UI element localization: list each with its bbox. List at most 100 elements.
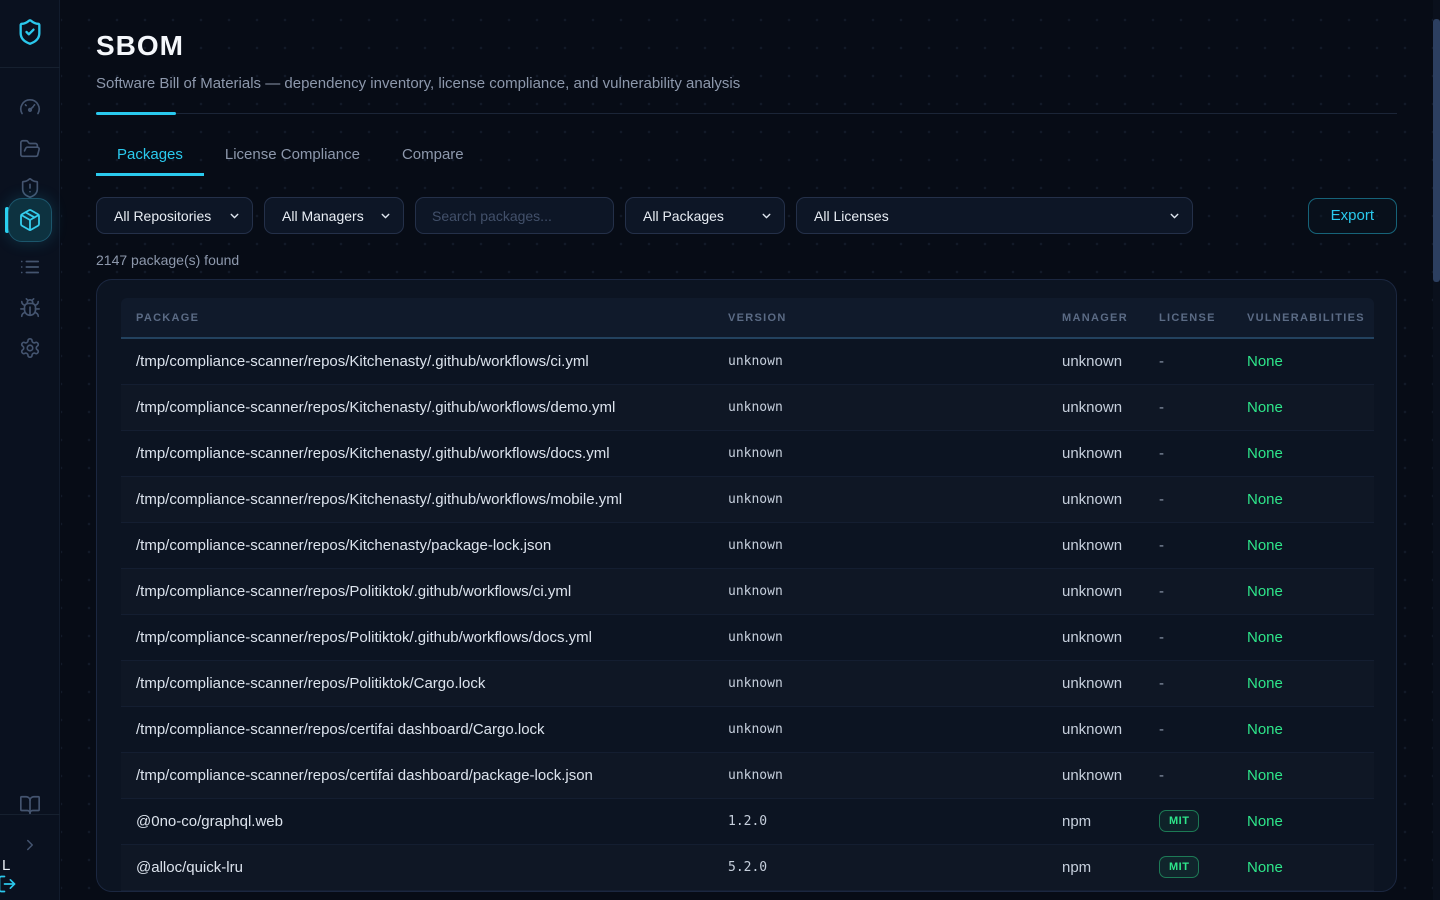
- list-icon: [19, 256, 41, 278]
- column-header-version: VERSION: [728, 298, 1062, 338]
- sidebar-item-docs[interactable]: [0, 785, 60, 825]
- table-row[interactable]: /tmp/compliance-scanner/repos/Politiktok…: [121, 614, 1374, 660]
- manager-cell: npm: [1062, 844, 1159, 890]
- folder-icon: [19, 138, 41, 160]
- repository-filter[interactable]: All Repositories: [96, 197, 253, 234]
- vulnerabilities-cell: None: [1247, 384, 1374, 430]
- table-row[interactable]: /tmp/compliance-scanner/repos/certifai d…: [121, 752, 1374, 798]
- manager-filter[interactable]: All Managers: [264, 197, 404, 234]
- column-header-vulnerabilities: VULNERABILITIES: [1247, 298, 1374, 338]
- app-logo[interactable]: [0, 18, 60, 46]
- license-badge: MIT: [1159, 856, 1199, 878]
- page-subtitle: Software Bill of Materials — dependency …: [96, 75, 1397, 92]
- table-row[interactable]: /tmp/compliance-scanner/repos/Kitchenast…: [121, 338, 1374, 384]
- sidebar-item-inventory[interactable]: [0, 247, 60, 287]
- vulnerabilities-cell: None: [1247, 568, 1374, 614]
- repository-select[interactable]: All Repositories: [97, 198, 252, 233]
- license-cell: -: [1159, 522, 1247, 568]
- package-cell: /tmp/compliance-scanner/repos/Politiktok…: [121, 660, 728, 706]
- license-cell: -: [1159, 338, 1247, 384]
- package-type-filter[interactable]: All Packages: [625, 197, 785, 234]
- license-dash: -: [1159, 399, 1164, 416]
- tab-compare[interactable]: Compare: [381, 134, 485, 176]
- license-cell: -: [1159, 660, 1247, 706]
- vulnerabilities-cell: None: [1247, 798, 1374, 844]
- sidebar-item-settings[interactable]: [0, 328, 60, 368]
- table-row[interactable]: /tmp/compliance-scanner/repos/Kitchenast…: [121, 476, 1374, 522]
- license-dash: -: [1159, 491, 1164, 508]
- tab-packages[interactable]: Packages: [96, 134, 204, 176]
- logout-icon[interactable]: [0, 874, 17, 894]
- sidebar-divider: [0, 67, 60, 68]
- table-row[interactable]: /tmp/compliance-scanner/repos/Politiktok…: [121, 568, 1374, 614]
- sidebar-item-dashboard[interactable]: [0, 88, 60, 128]
- column-header-license: LICENSE: [1159, 298, 1247, 338]
- search-input[interactable]: [415, 197, 614, 234]
- column-header-package: PACKAGE: [121, 298, 728, 338]
- filter-bar: All Repositories All Managers All Packag…: [96, 197, 1397, 234]
- vulnerabilities-cell: None: [1247, 338, 1374, 384]
- vulnerabilities-cell: None: [1247, 660, 1374, 706]
- package-cell: /tmp/compliance-scanner/repos/Politiktok…: [121, 568, 728, 614]
- version-cell: unknown: [728, 706, 1062, 752]
- manager-cell: unknown: [1062, 706, 1159, 752]
- package-cell: /tmp/compliance-scanner/repos/Politiktok…: [121, 614, 728, 660]
- manager-cell: unknown: [1062, 338, 1159, 384]
- sidebar-item-repositories[interactable]: [0, 129, 60, 169]
- version-cell: 1.2.0: [728, 798, 1062, 844]
- license-cell: MIT: [1159, 844, 1247, 890]
- version-cell: unknown: [728, 430, 1062, 476]
- package-cell: /tmp/compliance-scanner/repos/Kitchenast…: [121, 430, 728, 476]
- package-cell: @alloc/quick-lru: [121, 844, 728, 890]
- packages-table: PACKAGE VERSION MANAGER LICENSE VULNERAB…: [121, 298, 1374, 891]
- package-type-select[interactable]: All Packages: [626, 198, 784, 233]
- table-row[interactable]: /tmp/compliance-scanner/repos/Politiktok…: [121, 660, 1374, 706]
- license-dash: -: [1159, 767, 1164, 784]
- table-row[interactable]: /tmp/compliance-scanner/repos/Kitchenast…: [121, 430, 1374, 476]
- version-cell: unknown: [728, 660, 1062, 706]
- license-badge: MIT: [1159, 810, 1199, 832]
- vulnerabilities-cell: None: [1247, 844, 1374, 890]
- version-cell: unknown: [728, 522, 1062, 568]
- scrollbar-thumb[interactable]: [1433, 19, 1440, 282]
- table-row[interactable]: @alloc/quick-lru 5.2.0 npm MIT None: [121, 844, 1374, 890]
- version-cell: unknown: [728, 338, 1062, 384]
- export-button[interactable]: Export: [1308, 198, 1397, 234]
- manager-cell: unknown: [1062, 568, 1159, 614]
- license-select[interactable]: All Licenses: [797, 198, 1192, 233]
- shield-check-icon: [16, 18, 44, 46]
- sidebar-item-bugs[interactable]: [0, 288, 60, 328]
- license-dash: -: [1159, 675, 1164, 692]
- license-cell: MIT: [1159, 798, 1247, 844]
- package-table-body: /tmp/compliance-scanner/repos/Kitchenast…: [121, 338, 1374, 890]
- package-cell: /tmp/compliance-scanner/repos/Kitchenast…: [121, 522, 728, 568]
- license-dash: -: [1159, 537, 1164, 554]
- table-row[interactable]: @0no-co/graphql.web 1.2.0 npm MIT None: [121, 798, 1374, 844]
- manager-select[interactable]: All Managers: [265, 198, 403, 233]
- license-cell: -: [1159, 384, 1247, 430]
- manager-cell: unknown: [1062, 476, 1159, 522]
- license-dash: -: [1159, 583, 1164, 600]
- header-divider: [96, 113, 1397, 114]
- table-row[interactable]: /tmp/compliance-scanner/repos/Kitchenast…: [121, 384, 1374, 430]
- column-header-manager: MANAGER: [1062, 298, 1159, 338]
- vulnerabilities-cell: None: [1247, 430, 1374, 476]
- version-cell: unknown: [728, 568, 1062, 614]
- license-dash: -: [1159, 629, 1164, 646]
- bug-icon: [19, 297, 41, 319]
- overflow-text: L: [2, 857, 10, 874]
- table-row[interactable]: /tmp/compliance-scanner/repos/Kitchenast…: [121, 522, 1374, 568]
- license-cell: -: [1159, 614, 1247, 660]
- vulnerabilities-cell: None: [1247, 522, 1374, 568]
- results-count: 2147 package(s) found: [96, 252, 1397, 268]
- manager-cell: unknown: [1062, 660, 1159, 706]
- package-cell: /tmp/compliance-scanner/repos/Kitchenast…: [121, 476, 728, 522]
- shield-alert-icon: [19, 177, 41, 199]
- tab-license-compliance[interactable]: License Compliance: [204, 134, 381, 176]
- version-cell: unknown: [728, 476, 1062, 522]
- sidebar-item-sbom[interactable]: [8, 198, 52, 242]
- manager-cell: unknown: [1062, 430, 1159, 476]
- vulnerabilities-cell: None: [1247, 706, 1374, 752]
- license-filter[interactable]: All Licenses: [796, 197, 1193, 234]
- table-row[interactable]: /tmp/compliance-scanner/repos/certifai d…: [121, 706, 1374, 752]
